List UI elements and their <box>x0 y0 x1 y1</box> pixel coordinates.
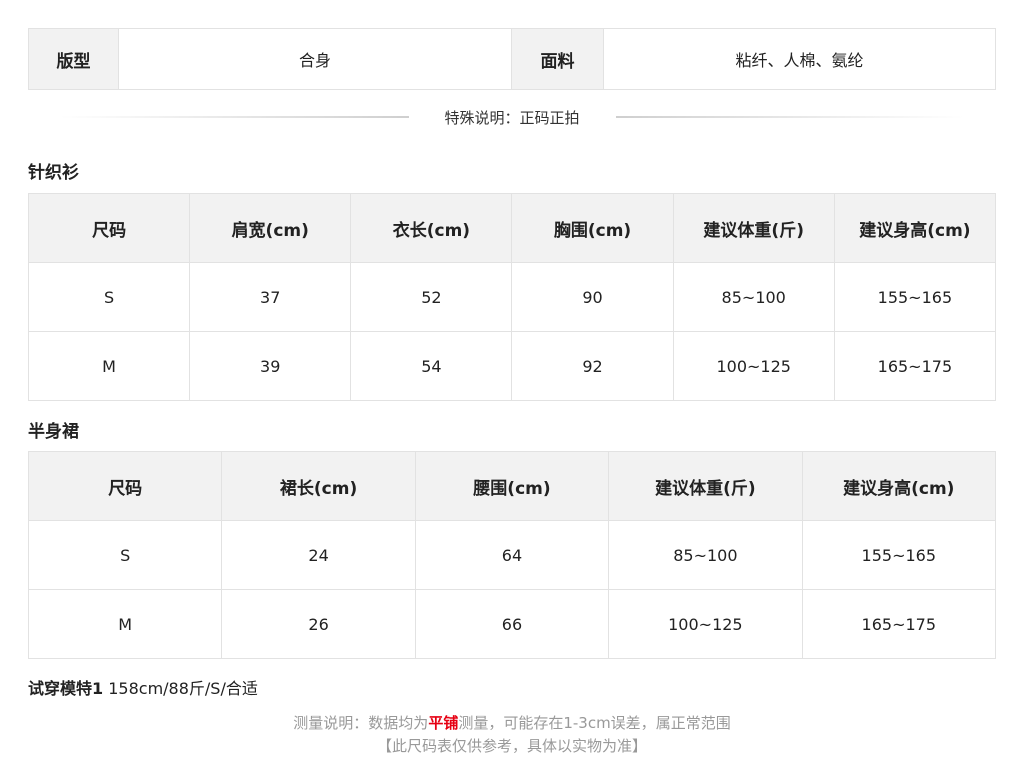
knit-size-table: 尺码 肩宽(cm) 衣长(cm) 胸围(cm) 建议体重(斤) 建议身高(cm)… <box>27 193 997 401</box>
table-row: M 26 66 100~125 165~175 <box>27 589 997 659</box>
model-label: 试穿模特1 <box>28 679 104 698</box>
table-row: S 24 64 85~100 155~165 <box>27 520 997 590</box>
fabric-label: 面料 <box>512 29 604 89</box>
table-cell: 26 <box>221 589 416 659</box>
header-cell: 胸围(cm) <box>511 193 674 263</box>
table-cell: 90 <box>511 262 674 332</box>
measurement-note-prefix: 测量说明：数据均为 <box>293 714 429 732</box>
header-cell: 建议身高(cm) <box>801 451 997 521</box>
skirt-section-title: 半身裙 <box>28 422 79 442</box>
table-header-row: 尺码 裙长(cm) 腰围(cm) 建议体重(斤) 建议身高(cm) <box>27 451 997 521</box>
header-cell: 裙长(cm) <box>221 451 416 521</box>
divider-right <box>615 116 965 118</box>
special-note-row: 特殊说明：正码正拍 <box>60 104 965 130</box>
table-cell: M <box>27 589 223 659</box>
table-cell: 24 <box>221 520 416 590</box>
table-cell: 85~100 <box>608 520 803 590</box>
table-cell: 165~175 <box>801 589 997 659</box>
fabric-value: 粘纤、人棉、氨纶 <box>735 51 864 70</box>
header-cell: 尺码 <box>27 451 223 521</box>
header-cell: 建议身高(cm) <box>833 193 997 263</box>
table-cell: 100~125 <box>672 331 835 401</box>
table-cell: 54 <box>350 331 513 401</box>
table-cell: 100~125 <box>608 589 803 659</box>
table-cell: 39 <box>189 331 352 401</box>
table-cell: 37 <box>189 262 352 332</box>
model-value: 158cm/88斤/S/合适 <box>108 679 258 698</box>
table-cell: 92 <box>511 331 674 401</box>
measurement-note-suffix: 测量，可能存在1-3cm误差，属正常范围 <box>458 714 731 732</box>
table-cell: 155~165 <box>801 520 997 590</box>
table-cell: 64 <box>414 520 610 590</box>
skirt-size-table: 尺码 裙长(cm) 腰围(cm) 建议体重(斤) 建议身高(cm) S 24 6… <box>27 451 997 659</box>
table-cell: 66 <box>414 589 610 659</box>
product-info-table: 版型 合身 面料 粘纤、人棉、氨纶 <box>28 28 996 90</box>
header-cell: 腰围(cm) <box>414 451 610 521</box>
special-note: 特殊说明：正码正拍 <box>444 108 580 127</box>
fit-label: 版型 <box>29 29 119 89</box>
knit-section-title: 针织衫 <box>28 163 79 183</box>
model-info: 试穿模特1 158cm/88斤/S/合适 <box>28 675 258 699</box>
measurement-highlight: 平铺 <box>428 714 459 732</box>
divider-left <box>60 116 409 118</box>
table-cell: M <box>27 331 191 401</box>
measurement-note: 测量说明：数据均为平铺测量，可能存在1-3cm误差，属正常范围 <box>0 712 1024 733</box>
fit-value: 合身 <box>119 29 512 89</box>
table-cell: 165~175 <box>833 331 997 401</box>
header-cell: 肩宽(cm) <box>189 193 352 263</box>
disclaimer-note: 【此尺码表仅供参考，具体以实物为准】 <box>376 737 647 755</box>
header-cell: 尺码 <box>27 193 191 263</box>
table-row: M 39 54 92 100~125 165~175 <box>27 331 997 401</box>
table-header-row: 尺码 肩宽(cm) 衣长(cm) 胸围(cm) 建议体重(斤) 建议身高(cm) <box>27 193 997 263</box>
table-row: S 37 52 90 85~100 155~165 <box>27 262 997 332</box>
table-cell: S <box>27 262 191 332</box>
header-cell: 建议体重(斤) <box>672 193 835 263</box>
table-cell: 52 <box>350 262 513 332</box>
table-cell: S <box>27 520 223 590</box>
header-cell: 建议体重(斤) <box>608 451 803 521</box>
table-cell: 85~100 <box>672 262 835 332</box>
header-cell: 衣长(cm) <box>350 193 513 263</box>
table-cell: 155~165 <box>833 262 997 332</box>
